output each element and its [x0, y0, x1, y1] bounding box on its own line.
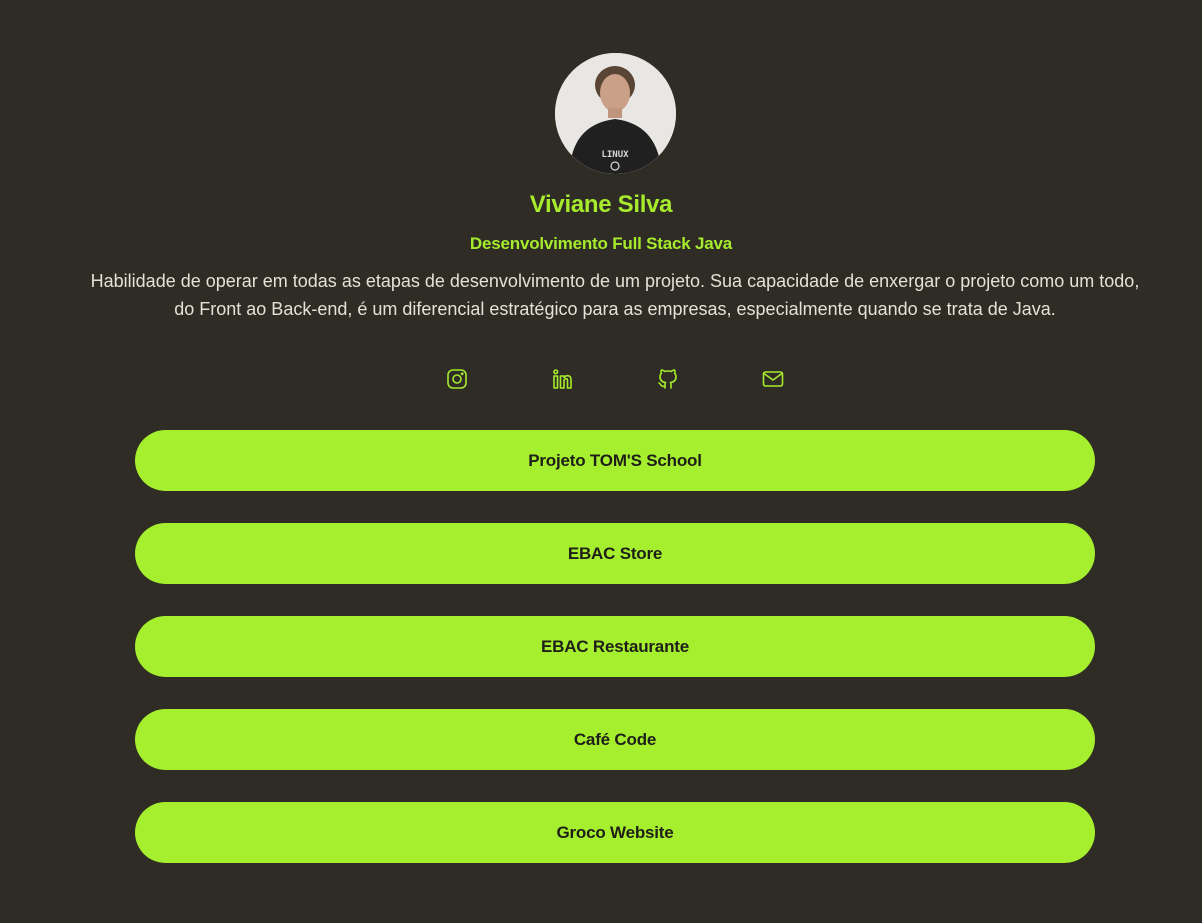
link-button-ebac-store[interactable]: EBAC Store	[135, 523, 1095, 584]
profile-name: Viviane Silva	[529, 191, 673, 218]
link-button-ebac-restaurante[interactable]: EBAC Restaurante	[135, 616, 1095, 677]
social-links	[0, 366, 1202, 394]
link-button-cafe-code[interactable]: Café Code	[135, 709, 1095, 770]
avatar: LINUX	[555, 53, 676, 174]
page: LINUX Viviane Silva Desenvolvimento Full…	[0, 0, 1202, 923]
mail-link[interactable]	[760, 366, 786, 392]
mail-icon	[762, 371, 784, 387]
shirt-text: LINUX	[601, 150, 629, 160]
profile-bio: Habilidade de operar em todas as etapas …	[90, 271, 1140, 319]
link-button-toms-school[interactable]: Projeto TOM'S School	[135, 430, 1095, 491]
instagram-link[interactable]	[444, 366, 470, 392]
link-list: Projeto TOM'S School EBAC Store EBAC Res…	[135, 430, 1095, 895]
link-button-groco-website[interactable]: Groco Website	[135, 802, 1095, 863]
github-icon	[658, 369, 677, 389]
profile-role: Desenvolvimento Full Stack Java	[469, 234, 733, 253]
linkedin-icon	[553, 369, 572, 389]
profile-photo: LINUX	[555, 53, 676, 174]
linkedin-link[interactable]	[549, 366, 575, 392]
instagram-icon	[447, 369, 467, 389]
github-link[interactable]	[655, 366, 681, 392]
